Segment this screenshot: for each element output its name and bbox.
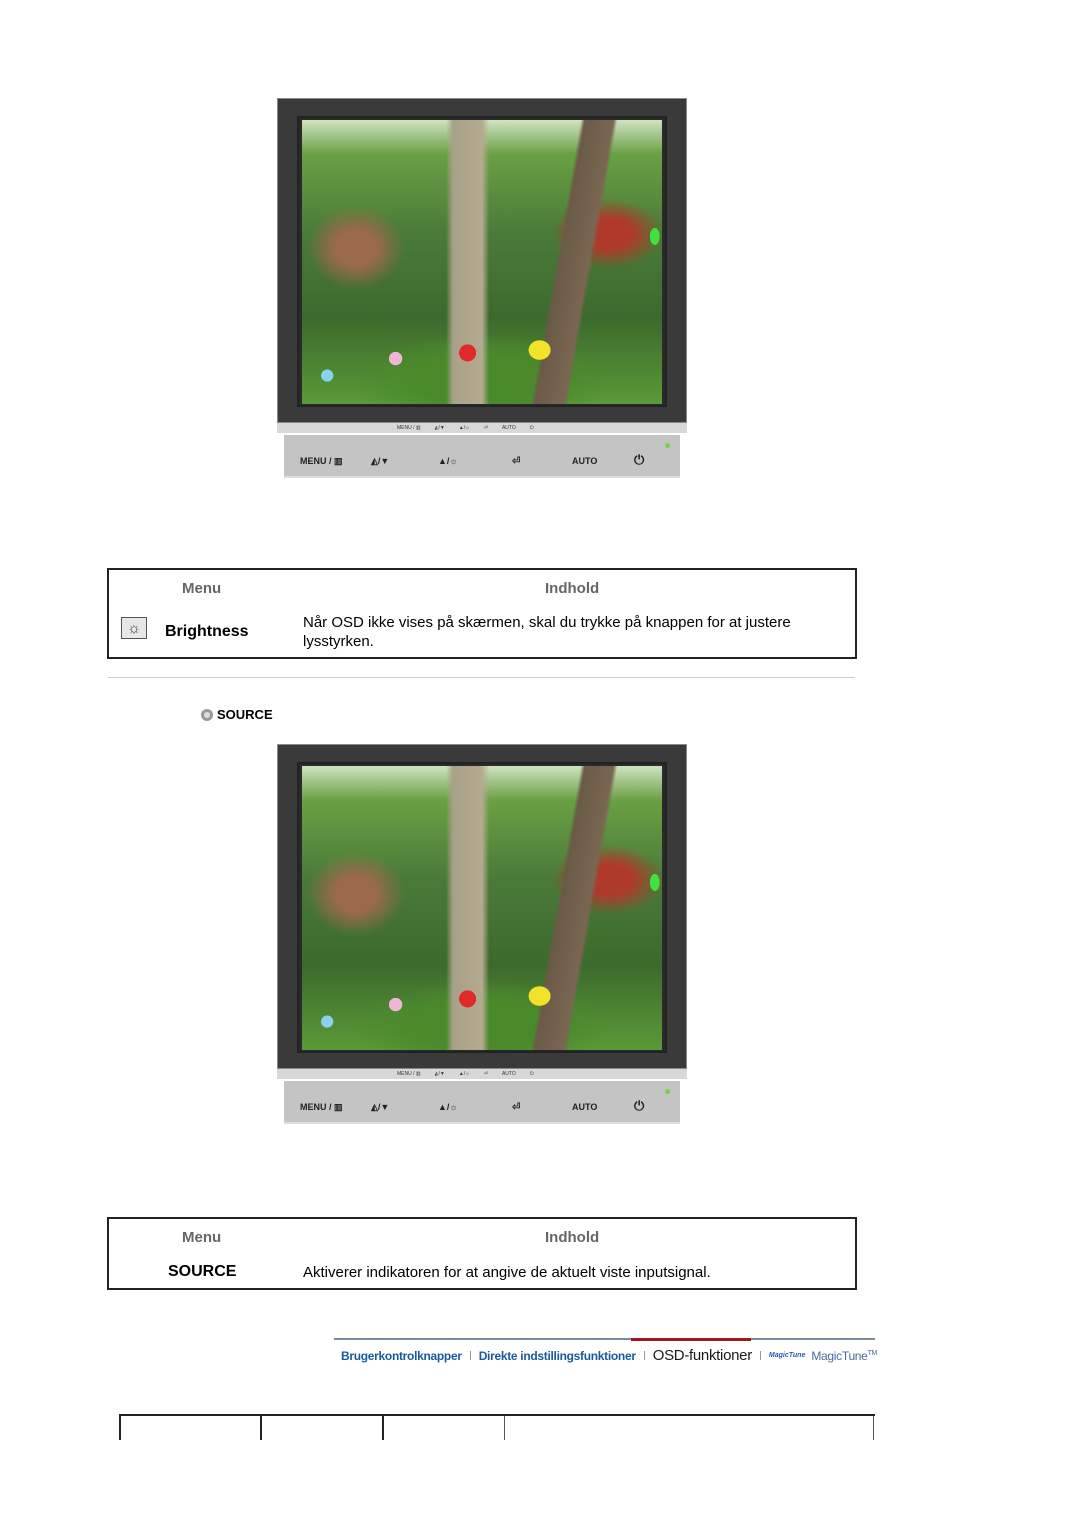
source-icon bbox=[201, 708, 213, 721]
monitor-front-strip: MENU / ▥ ◭/▼ ▲/☼ ⏎ AUTO ⏻ bbox=[277, 1069, 687, 1079]
strip-label: ⏎ bbox=[483, 425, 488, 431]
enter-source-icon: ⏎ bbox=[512, 456, 521, 467]
column-header-menu: Menu bbox=[182, 580, 222, 597]
monitor-front-strip: MENU / ▥ ◭/▼ ▲/☼ ⏎ AUTO ⏻ bbox=[277, 423, 687, 433]
brightness-info-table: Menu Indhold ☼ Brightness Når OSD ikke v… bbox=[107, 568, 857, 659]
nav-link-brugerkontrolknapper[interactable]: Brugerkontrolknapper bbox=[341, 1349, 462, 1363]
strip-label: ⏻ bbox=[529, 425, 534, 431]
magicbright-down-icon: ◭/▼ bbox=[371, 456, 390, 466]
column-header-content: Indhold bbox=[545, 1229, 600, 1246]
magicbright-down-icon: ◭/▼ bbox=[371, 1102, 390, 1112]
enter-source-icon: ⏎ bbox=[512, 1102, 521, 1113]
footer-table-frame bbox=[119, 1414, 875, 1440]
column-header-menu: Menu bbox=[182, 1229, 222, 1246]
strip-label: ◭/▼ bbox=[434, 1071, 445, 1077]
strip-label: AUTO bbox=[501, 1071, 516, 1077]
menu-icon: MENU / ▥ bbox=[300, 1102, 343, 1112]
strip-label: ▲/☼ bbox=[458, 1071, 470, 1077]
menu-item-name: Brightness bbox=[165, 623, 249, 640]
bottom-navigation: Brugerkontrolknapper Direkte indstilling… bbox=[334, 1338, 877, 1368]
brightness-icon: ☼ bbox=[121, 617, 147, 639]
strip-label: MENU / ▥ bbox=[397, 425, 421, 431]
up-brightness-icon: ▲/☼ bbox=[438, 456, 458, 466]
menu-icon: MENU / ▥ bbox=[300, 456, 343, 466]
up-brightness-icon: ▲/☼ bbox=[438, 1102, 458, 1112]
auto-icon: AUTO bbox=[572, 456, 598, 466]
source-info-table: Menu Indhold SOURCE Aktiverer indikatore… bbox=[107, 1217, 857, 1290]
active-tab-indicator bbox=[631, 1338, 751, 1341]
power-led-icon bbox=[665, 443, 670, 448]
monitor-screen-image bbox=[302, 120, 662, 404]
magictune-logo-icon: MagicTune bbox=[768, 1352, 806, 1359]
section-divider bbox=[108, 677, 855, 678]
strip-label: MENU / ▥ bbox=[397, 1071, 421, 1077]
section-title: SOURCE bbox=[217, 707, 273, 722]
nav-separator bbox=[469, 1351, 471, 1360]
nav-link-magictune[interactable]: MagicTuneTM bbox=[811, 1349, 877, 1363]
monitor-button-panel: MENU / ▥ ◭/▼ ▲/☼ ⏎ AUTO ⏻ bbox=[284, 1081, 680, 1124]
menu-item-description: Når OSD ikke vises på skærmen, skal du t… bbox=[303, 614, 791, 650]
strip-label: ◭/▼ bbox=[434, 425, 445, 431]
strip-label: ▲/☼ bbox=[458, 425, 470, 431]
auto-icon: AUTO bbox=[572, 1102, 598, 1112]
power-icon: ⏻ bbox=[634, 1098, 645, 1113]
monitor-bezel bbox=[277, 744, 687, 1069]
monitor-button-panel: MENU / ▥ ◭/▼ ▲/☼ ⏎ AUTO ⏻ bbox=[284, 435, 680, 478]
menu-item-name: SOURCE bbox=[168, 1263, 237, 1280]
monitor-screen-image bbox=[302, 766, 662, 1050]
power-led-icon bbox=[665, 1089, 670, 1094]
strip-label: AUTO bbox=[501, 425, 516, 431]
source-section-heading: SOURCE bbox=[201, 707, 273, 722]
menu-item-description: Aktiverer indikatoren for at angive de a… bbox=[303, 1264, 711, 1281]
nav-link-direkte-indstillingsfunktioner[interactable]: Direkte indstillingsfunktioner bbox=[479, 1349, 636, 1363]
nav-separator bbox=[643, 1351, 645, 1360]
trademark: TM bbox=[867, 1349, 878, 1357]
strip-label: ⏻ bbox=[529, 1071, 534, 1077]
nav-link-osd-funktioner[interactable]: OSD-funktioner bbox=[653, 1347, 752, 1364]
power-icon: ⏻ bbox=[634, 452, 645, 467]
nav-link-label: MagicTune bbox=[811, 1348, 868, 1363]
monitor-bezel bbox=[277, 98, 687, 423]
nav-separator bbox=[759, 1351, 761, 1360]
strip-label: ⏎ bbox=[483, 1071, 488, 1077]
column-header-content: Indhold bbox=[545, 580, 600, 597]
